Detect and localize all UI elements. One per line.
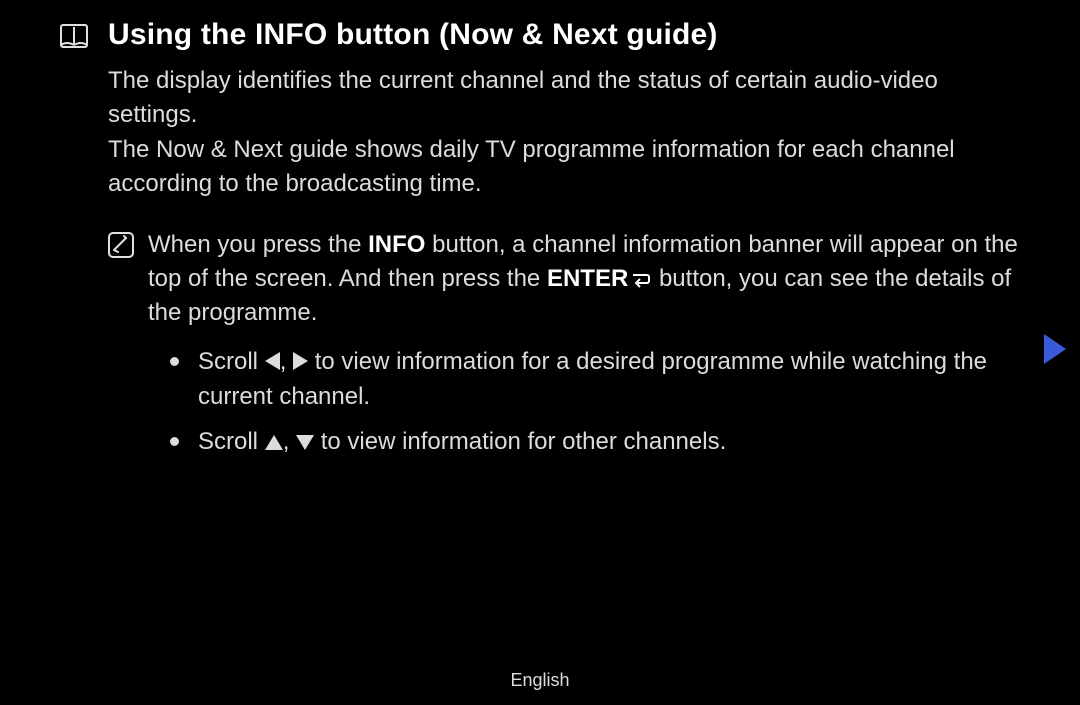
page-title: Using the INFO button (Now & Next guide) [108,18,718,52]
down-arrow-icon [296,435,314,450]
paragraph-2: The Now & Next guide shows daily TV prog… [108,133,1020,200]
note-pre1: When you press the [148,231,368,258]
b2-pre: Scroll [198,428,265,455]
note-text: When you press the INFO button, a channe… [148,228,1020,329]
enter-icon [630,270,652,288]
right-arrow-icon [293,352,308,370]
b1-post: to view information for a desired progra… [198,348,987,410]
b2-post: to view information for other channels. [314,428,726,455]
up-arrow-icon [265,435,283,450]
left-arrow-icon [265,352,280,370]
paragraph-1: The display identifies the current chann… [108,64,1020,131]
next-page-arrow[interactable] [1044,334,1066,364]
enter-label: ENTER [547,265,628,292]
bullet-2: Scroll , to view information for other c… [170,425,1020,460]
bullet-1: Scroll , to view information for a desir… [170,345,1020,415]
language-label: English [0,670,1080,691]
b1-pre: Scroll [198,348,265,375]
info-label: INFO [368,231,425,258]
note-icon [108,232,134,258]
book-icon [60,24,88,48]
